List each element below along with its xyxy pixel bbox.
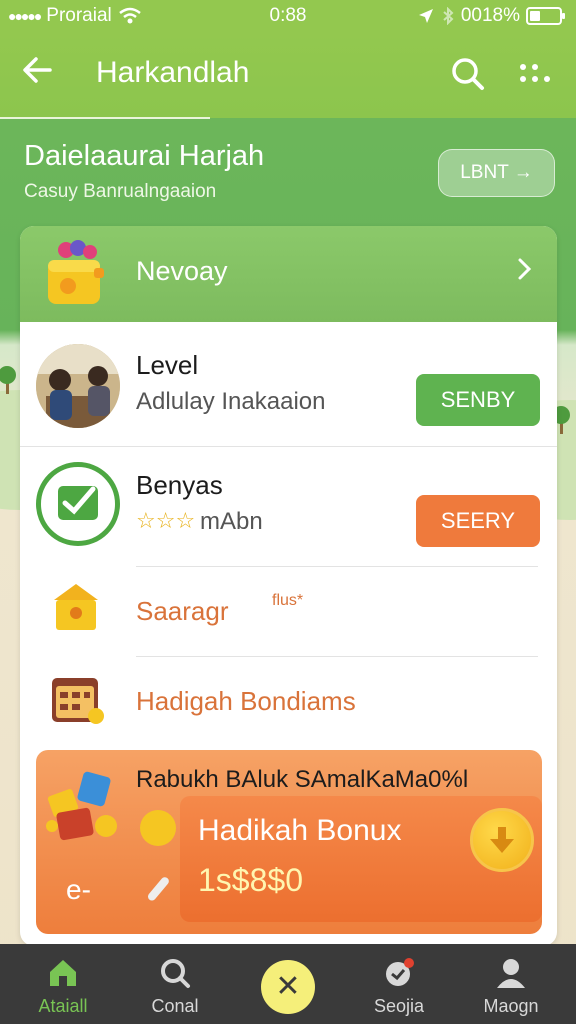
checkmark-badge-icon — [36, 462, 120, 546]
mailbox-icon — [50, 580, 102, 637]
divider — [20, 446, 557, 447]
nav-label-search: Conal — [151, 996, 199, 1016]
level-title: Level — [136, 350, 199, 380]
search-icon[interactable] — [448, 54, 488, 94]
coins-illustration-icon — [44, 764, 134, 859]
battery-percentage: 0018% — [460, 5, 520, 26]
battery-icon — [526, 7, 565, 25]
bonus-banner[interactable]: Rabukh BAluk SAmalKaMa0%l e- Hadikah Bon… — [36, 750, 542, 934]
hero-title: Daielaaurai Harjah — [24, 140, 265, 172]
message-icon — [382, 956, 416, 995]
chevron-right-icon — [515, 254, 535, 292]
back-arrow-icon[interactable] — [20, 52, 60, 92]
nav-item-home[interactable]: Ataiall — [8, 944, 118, 1024]
calendar-icon — [50, 672, 106, 733]
bonus-headline: Rabukh BAluk SAmalKaMa0%l — [136, 766, 469, 793]
coin-icon — [140, 810, 176, 846]
bottom-navigation: Ataiall Conal ✕ Seojia Maogn — [0, 944, 576, 1024]
user-icon — [494, 956, 528, 995]
promo-label: Nevoay — [136, 256, 228, 286]
home-icon — [46, 956, 80, 995]
bonus-card: Hadikah Bonux 1s$8$0 — [180, 796, 542, 922]
content-card: Nevoay Level Adlulay Inakaaion SENBY Ben… — [20, 226, 557, 946]
nav-label-messages: Seojia — [373, 996, 425, 1016]
more-options-icon[interactable] — [514, 58, 554, 98]
hadigah-bondiams-label[interactable]: Hadigah Bondiams — [136, 686, 356, 717]
close-icon[interactable]: ✕ — [261, 960, 315, 1014]
bonus-title: Hadikah Bonux — [198, 814, 402, 847]
benyas-subtitle: mAbn — [200, 508, 263, 535]
divider — [136, 566, 538, 567]
app-header: Harkandlah — [0, 34, 576, 118]
search-icon — [158, 956, 192, 995]
bonus-side-text: e- — [66, 874, 91, 905]
gift-box-icon — [44, 238, 108, 308]
nav-label-home: Ataiall — [38, 996, 88, 1016]
plus-tag: flus* — [272, 592, 304, 609]
nav-item-profile[interactable]: Maogn — [456, 944, 566, 1024]
hero-underline — [0, 117, 210, 119]
page-title: Harkandlah — [96, 56, 250, 89]
hero-subtitle: Casuy Banrualngaaion — [24, 181, 217, 202]
hero-action-button[interactable]: LBNT → — [438, 149, 555, 197]
nav-item-messages[interactable]: Seojia — [344, 944, 454, 1024]
saaragr-label[interactable]: Saaragr — [136, 596, 229, 627]
nav-label-profile: Maogn — [483, 996, 539, 1016]
pin-icon — [140, 872, 174, 911]
bluetooth-icon — [443, 7, 454, 25]
level-action-button[interactable]: SENBY — [416, 374, 540, 426]
promo-banner[interactable]: Nevoay — [20, 226, 557, 322]
location-arrow-icon — [418, 9, 433, 23]
level-subtitle: Adlulay Inakaaion — [136, 388, 326, 415]
status-bar: ●●●●● Proraial 0:88 0018% — [0, 0, 576, 34]
bonus-amount: 1s$8$0 — [198, 862, 303, 898]
coin-arrow-icon[interactable] — [470, 808, 534, 872]
avatar — [36, 344, 120, 428]
nav-item-search[interactable]: Conal — [120, 944, 230, 1024]
benyas-title: Benyas — [136, 470, 223, 500]
star-rating: ☆☆☆ — [136, 508, 196, 533]
benyas-action-button[interactable]: SEERY — [416, 495, 540, 547]
divider — [136, 656, 538, 657]
